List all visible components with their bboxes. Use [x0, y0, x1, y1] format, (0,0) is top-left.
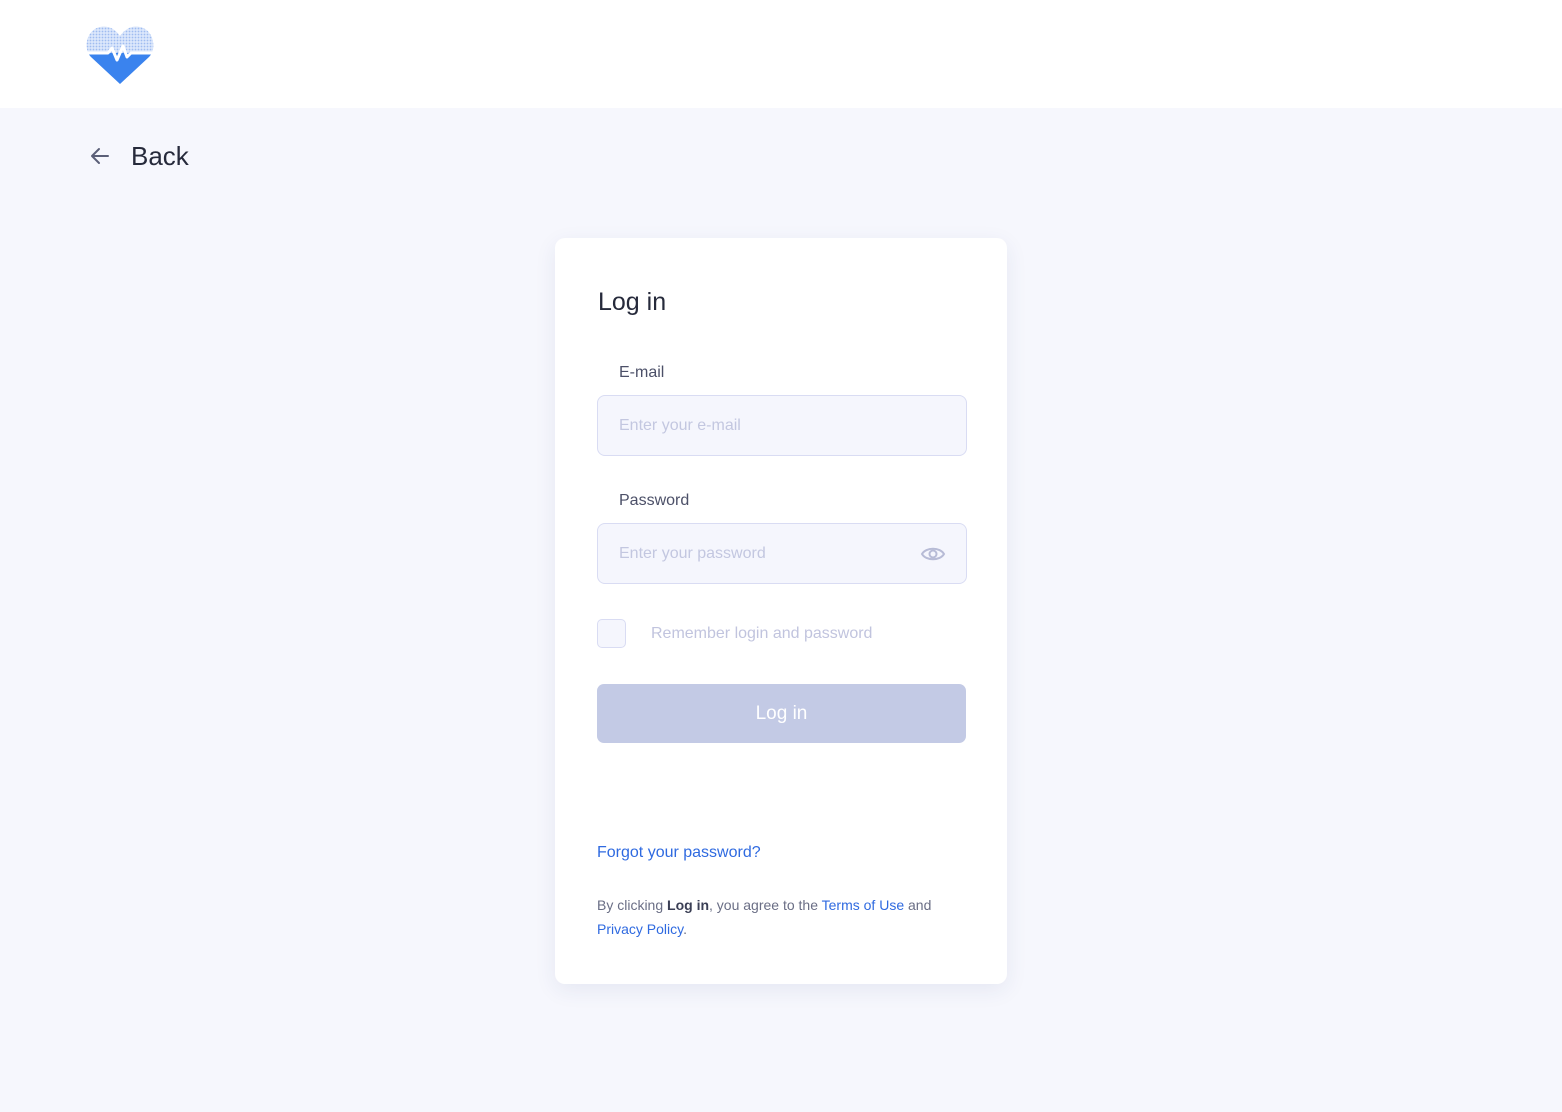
privacy-policy-link[interactable]: Privacy Policy: [597, 921, 683, 937]
password-field-wrapper: [597, 523, 967, 584]
login-button[interactable]: Log in: [597, 684, 966, 743]
eye-icon[interactable]: [920, 544, 946, 564]
heart-pulse-logo-icon[interactable]: [86, 24, 154, 86]
legal-middle: , you agree to the: [709, 897, 822, 913]
remember-checkbox[interactable]: [597, 619, 626, 648]
email-field-wrapper: [597, 395, 967, 456]
forgot-password-link[interactable]: Forgot your password?: [597, 844, 761, 862]
legal-action: Log in: [667, 897, 710, 913]
legal-and: and: [904, 897, 932, 913]
page-title: Log in: [598, 288, 667, 316]
legal-prefix: By clicking: [597, 897, 668, 913]
back-button[interactable]: Back: [88, 136, 189, 176]
email-field[interactable]: [619, 416, 946, 435]
email-label: E-mail: [619, 364, 665, 381]
login-card: Log in E-mail Password Remember login an…: [555, 238, 1007, 984]
arrow-left-icon: [88, 144, 112, 168]
remember-label: Remember login and password: [651, 624, 873, 642]
back-label: Back: [131, 140, 189, 171]
remember-checkbox-row[interactable]: Remember login and password: [597, 619, 872, 648]
top-bar: [0, 0, 1562, 108]
password-field[interactable]: [619, 544, 920, 563]
legal-suffix: .: [683, 921, 687, 937]
terms-of-use-link[interactable]: Terms of Use: [822, 897, 904, 913]
legal-notice: By clicking Log in, you agree to the Ter…: [597, 893, 957, 941]
password-label: Password: [619, 492, 690, 509]
